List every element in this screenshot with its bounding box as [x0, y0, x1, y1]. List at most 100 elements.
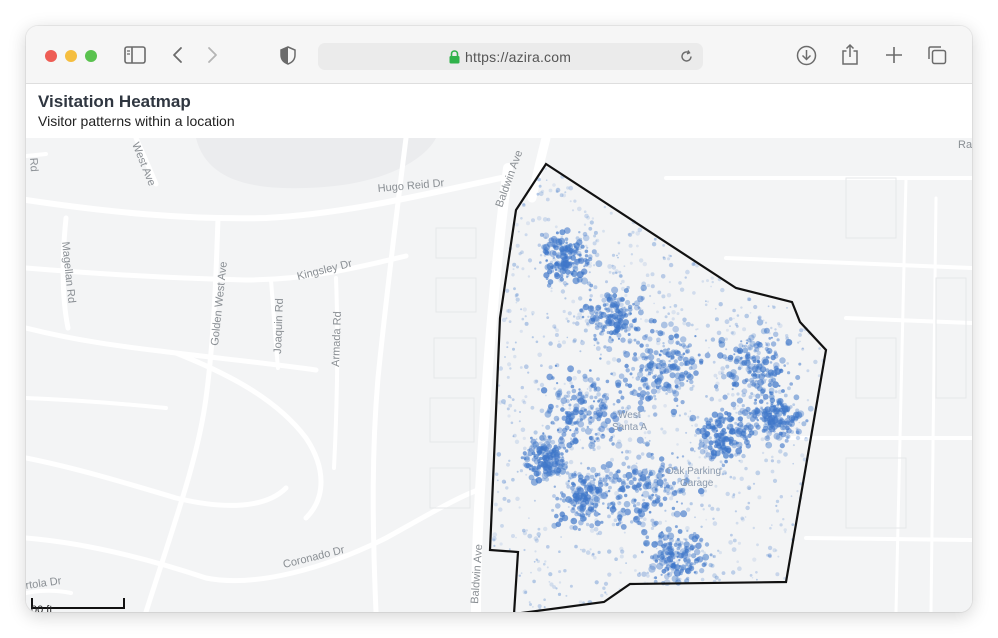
heat-point	[741, 453, 746, 459]
heat-point	[775, 409, 783, 417]
close-window-button[interactable]	[45, 50, 57, 62]
heat-point	[517, 230, 520, 233]
heat-point	[717, 422, 723, 429]
heat-point	[783, 393, 788, 398]
minimize-window-button[interactable]	[65, 50, 77, 62]
heat-point	[668, 334, 674, 341]
heat-point	[612, 403, 616, 406]
heat-point	[698, 441, 705, 448]
back-icon[interactable]	[168, 44, 188, 66]
heat-point	[570, 508, 576, 514]
heat-point	[555, 231, 559, 235]
heat-point	[786, 415, 791, 419]
heat-point	[542, 335, 546, 338]
heat-point	[769, 361, 773, 364]
heat-point	[677, 568, 680, 572]
heat-point	[604, 591, 607, 594]
heat-point	[627, 465, 631, 469]
heat-point	[583, 414, 587, 419]
heat-point	[525, 473, 528, 476]
heat-point	[728, 317, 733, 321]
heat-point	[541, 472, 549, 479]
lock-icon	[448, 49, 460, 64]
heat-point	[775, 509, 780, 513]
heat-point	[554, 333, 559, 337]
heat-point	[624, 456, 629, 461]
address-bar[interactable]: https://azira.com	[318, 43, 703, 70]
share-icon[interactable]	[839, 42, 861, 66]
heat-point	[568, 459, 574, 465]
heat-point	[727, 356, 734, 363]
heat-point	[567, 311, 572, 316]
heat-point	[593, 410, 598, 415]
heat-point	[694, 570, 698, 575]
heat-point	[566, 376, 573, 382]
heat-point	[575, 427, 579, 431]
heat-point	[564, 245, 570, 250]
heat-point	[708, 504, 711, 508]
heat-point	[657, 470, 661, 473]
heat-point	[555, 254, 559, 258]
heat-point	[779, 523, 783, 527]
heat-point	[731, 495, 735, 499]
heat-point	[694, 534, 700, 540]
heat-point	[640, 296, 645, 301]
heatmap-canvas[interactable]: West Ave Rd Hugo Reid Dr Baldwin Ave Mag…	[26, 138, 972, 612]
tab-overview-icon[interactable]	[926, 44, 948, 66]
heat-point	[765, 372, 772, 378]
heat-point	[621, 451, 624, 454]
heat-point	[528, 601, 531, 604]
map-view[interactable]: West Ave Rd Hugo Reid Dr Baldwin Ave Mag…	[26, 138, 972, 612]
heat-point	[807, 405, 814, 412]
heat-point	[647, 336, 653, 342]
heat-point	[705, 423, 712, 430]
heat-point	[669, 372, 676, 379]
heat-point	[670, 408, 678, 416]
heat-point	[668, 281, 672, 284]
heat-point	[798, 333, 802, 337]
heat-point	[643, 517, 647, 521]
heat-point	[552, 324, 557, 329]
heat-point	[675, 427, 680, 432]
heat-point	[745, 342, 749, 345]
heat-point	[538, 451, 542, 454]
heat-point	[594, 325, 600, 331]
heat-point	[664, 542, 673, 550]
heat-point	[523, 548, 526, 552]
heat-point	[733, 317, 735, 320]
heat-point	[554, 225, 558, 229]
heat-point	[672, 481, 676, 486]
heat-point	[654, 576, 658, 580]
heat-point	[713, 373, 718, 378]
heat-point	[537, 243, 541, 247]
heat-point	[747, 427, 753, 433]
heat-point	[584, 318, 590, 324]
heat-point	[714, 484, 718, 488]
heat-point	[521, 317, 525, 321]
heat-point	[726, 415, 734, 423]
download-icon[interactable]	[795, 44, 817, 66]
sidebar-icon[interactable]	[123, 44, 147, 66]
heat-point	[682, 317, 687, 322]
reload-icon[interactable]	[679, 49, 694, 64]
heat-point	[712, 425, 716, 429]
heat-point	[522, 307, 527, 312]
heat-point	[519, 329, 523, 333]
heat-point	[729, 475, 733, 479]
heat-point	[772, 381, 779, 388]
heat-point	[650, 526, 655, 530]
heat-point	[619, 487, 623, 490]
heat-point	[492, 532, 498, 537]
forward-icon[interactable]	[202, 44, 222, 66]
zoom-window-button[interactable]	[85, 50, 97, 62]
new-tab-icon[interactable]	[883, 44, 905, 66]
heat-point	[651, 404, 657, 410]
heat-point	[498, 366, 504, 371]
heat-point	[773, 416, 779, 422]
heat-point	[617, 256, 619, 259]
heat-point	[740, 517, 746, 522]
heat-point	[555, 190, 559, 193]
heat-point	[572, 266, 579, 272]
heat-point	[587, 514, 591, 518]
shield-icon[interactable]	[278, 44, 298, 66]
